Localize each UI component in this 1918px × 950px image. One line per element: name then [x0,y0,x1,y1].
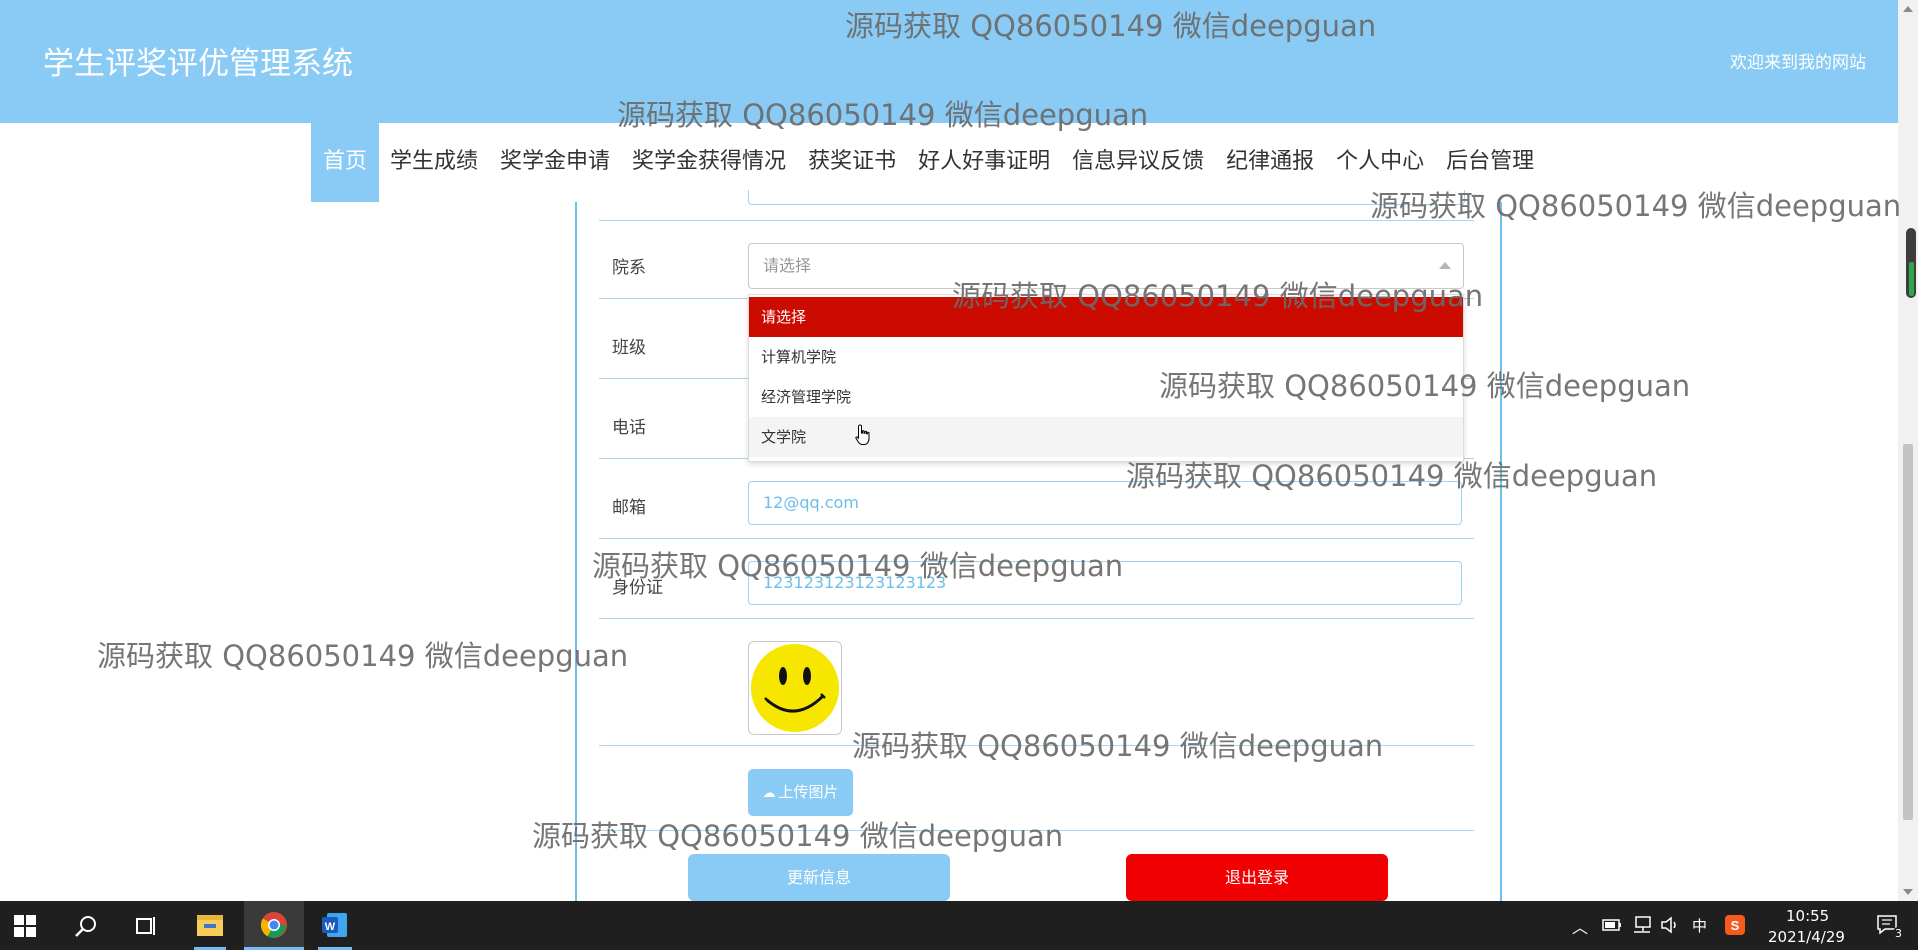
previous-input-edge[interactable] [748,190,1465,205]
watermark-text: 源码获取 QQ86050149 微信deepguan [1126,459,1658,493]
hand-cursor-icon [855,424,870,445]
battery-icon[interactable] [1602,918,1622,932]
windows-taskbar: W ︿ 中 S 10:55 2021/4/29 3 [0,901,1918,950]
chrome-icon[interactable] [260,911,288,939]
side-widget-indicator [1909,262,1914,296]
watermark-text: 源码获取 QQ86050149 微信deepguan [845,9,1377,43]
watermark-text: 源码获取 QQ86050149 微信deepguan [532,819,1064,853]
clock-date[interactable]: 2021/4/29 [1768,928,1845,946]
watermark-text: 源码获取 QQ86050149 微信deepguan [592,549,1124,583]
upload-image-label: 上传图片 [778,783,839,801]
department-select-value: 请选择 [763,256,812,275]
department-label: 院系 [612,258,646,278]
class-label: 班级 [612,338,646,358]
chevron-up-icon [1439,262,1451,269]
watermark-text: 源码获取 QQ86050149 微信deepguan [952,279,1484,313]
search-icon[interactable] [74,914,98,938]
sogou-ime-icon[interactable]: S [1724,914,1746,936]
watermark-text: 源码获取 QQ86050149 微信deepguan [852,729,1384,763]
page-scrollbar[interactable] [1898,0,1918,901]
divider [599,538,1474,539]
watermark-text: 源码获取 QQ86050149 微信deepguan [97,639,629,673]
scroll-thumb[interactable] [1903,444,1913,820]
nav-item-scholarship-apply[interactable]: 奖学金申请 [489,123,621,202]
watermark-text: 源码获取 QQ86050149 微信deepguan [1370,189,1902,223]
windows-start-icon[interactable] [14,915,36,937]
watermark-text: 源码获取 QQ86050149 微信deepguan [1159,369,1691,403]
email-label: 邮箱 [612,498,646,518]
welcome-text: 欢迎来到我的网站 [1730,53,1866,73]
ime-indicator[interactable]: 中 [1692,915,1707,936]
update-info-button[interactable]: 更新信息 [688,854,950,901]
scroll-up-icon[interactable] [1903,6,1913,12]
divider [599,618,1474,619]
nav-item-grades[interactable]: 学生成绩 [379,123,489,202]
clock-time[interactable]: 10:55 [1786,907,1829,925]
logout-button[interactable]: 退出登录 [1126,854,1388,901]
cloud-upload-icon: ☁ [762,786,776,801]
phone-label: 电话 [612,418,646,438]
volume-icon[interactable] [1660,916,1680,934]
upload-image-button[interactable]: ☁ 上传图片 [748,769,853,816]
svg-text:W: W [325,921,336,933]
chevron-up-icon[interactable]: ︿ [1572,914,1588,938]
file-explorer-icon[interactable] [196,912,224,938]
word-icon[interactable]: W [321,911,349,939]
notification-count: 3 [1893,927,1904,940]
scroll-down-icon[interactable] [1903,889,1913,895]
divider [599,220,1474,221]
network-icon[interactable] [1632,916,1652,934]
task-view-icon[interactable] [134,914,158,938]
watermark-text: 源码获取 QQ86050149 微信deepguan [617,98,1149,132]
site-title: 学生评奖评优管理系统 [43,46,353,82]
nav-item-home[interactable]: 首页 [311,123,380,202]
avatar [748,641,842,735]
smiley-face-icon [751,644,839,732]
svg-text:S: S [1731,918,1740,933]
